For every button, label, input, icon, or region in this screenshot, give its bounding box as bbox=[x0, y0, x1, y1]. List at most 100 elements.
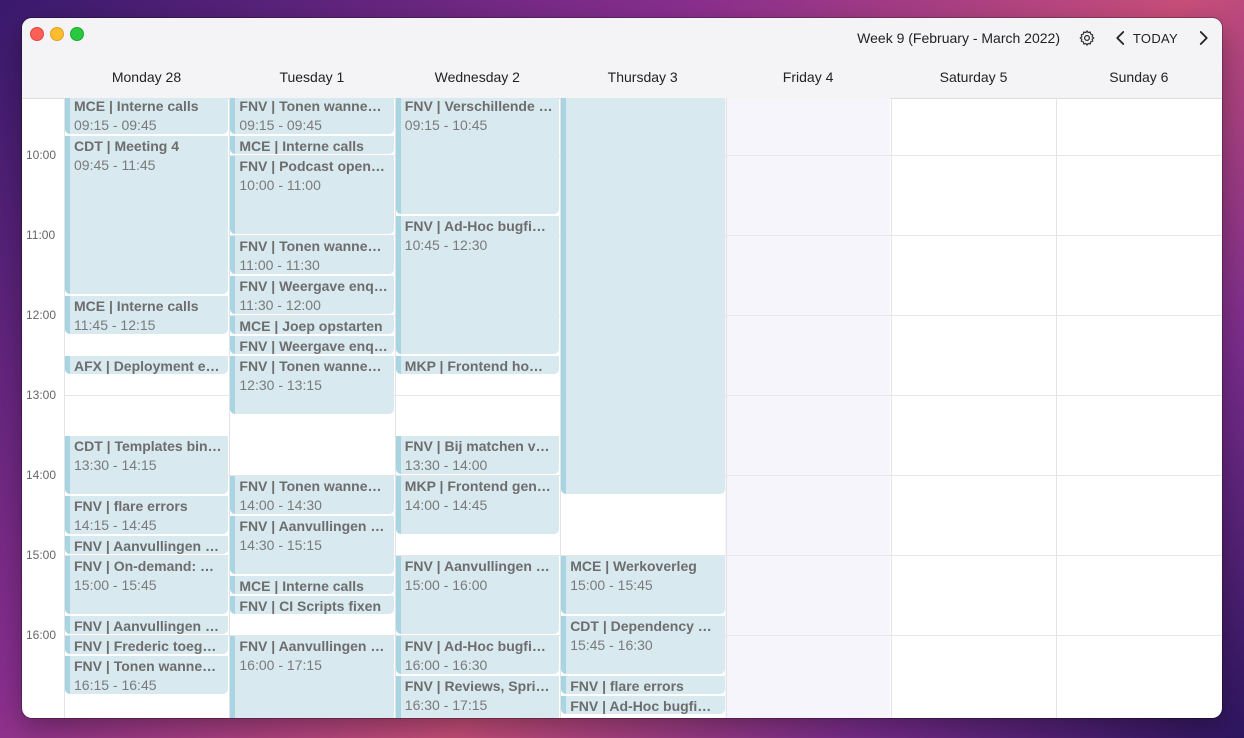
calendar-event[interactable]: MKP | Frontend gen… 14:00 - 14:45 bbox=[395, 476, 560, 534]
calendar-event[interactable]: FNV | Aanvullingen … bbox=[65, 536, 229, 554]
gear-icon[interactable] bbox=[1078, 29, 1096, 47]
column-divider bbox=[725, 98, 727, 718]
event-title: MCE | Joep opstarten bbox=[239, 318, 383, 334]
hour-label: 11:00 bbox=[26, 228, 56, 242]
day-header-row: Monday 28 Tuesday 1 Wednesday 2 Thursday 3 F… bbox=[22, 58, 1222, 99]
calendar-event[interactable]: FNV | flare errors bbox=[561, 676, 725, 694]
event-title: FNV | Tonen wannee… bbox=[74, 658, 223, 674]
calendar-event[interactable]: FNV | Tonen wannee… 14:00 - 14:30 bbox=[230, 476, 394, 514]
week-grid: 10:00 11:00 12:00 13:00 14:00 15:00 16:00 MCE |… bbox=[22, 98, 1222, 718]
event-title: MCE | Interne calls bbox=[74, 298, 199, 314]
today-button[interactable]: TODAY bbox=[1133, 31, 1178, 46]
calendar-event[interactable]: FNV | Weergave enq… bbox=[230, 336, 394, 354]
calendar-event[interactable]: CDT | Dependency u… 15:45 - 16:30 bbox=[561, 616, 725, 674]
day-header-3: Wednesday 2 bbox=[434, 69, 520, 85]
event-time: 13:30 - 14:15 bbox=[74, 457, 157, 473]
calendar-event[interactable]: FNV | Frederic toega… bbox=[65, 636, 229, 654]
calendar-event[interactable]: FNV | Ad-Hoc bugfix… bbox=[561, 696, 725, 714]
calendar-window: Week 9 (February - March 2022) TODAY Mon… bbox=[22, 18, 1222, 718]
event-title: FNV | Aanvullingen … bbox=[239, 638, 385, 654]
calendar-event[interactable]: FNV | Tonen wannee… 12:30 - 13:15 bbox=[230, 356, 394, 414]
calendar-event[interactable]: AFX | Deployment e… bbox=[65, 356, 229, 374]
event-title: FNV | Ad-Hoc bugfix… bbox=[404, 218, 554, 234]
calendar-event[interactable]: FNV | Aanvullingen … 16:00 - 17:15 bbox=[230, 636, 394, 718]
calendar-event[interactable]: FNV | Tonen wannee… 16:15 - 16:45 bbox=[65, 656, 229, 694]
close-window-button[interactable] bbox=[30, 27, 44, 41]
column-divider bbox=[1056, 98, 1058, 718]
calendar-event[interactable]: MCE | Joep opstarten bbox=[230, 316, 394, 334]
calendar-event[interactable]: MKP | Frontend hom… bbox=[395, 356, 560, 374]
day-header-4: Thursday 3 bbox=[607, 69, 678, 85]
event-time: 14:00 - 14:30 bbox=[239, 497, 322, 513]
event-time: 11:30 - 12:00 bbox=[239, 297, 321, 313]
day-header-5: Friday 4 bbox=[782, 69, 834, 85]
minimize-window-button[interactable] bbox=[50, 27, 64, 41]
event-time: 10:45 - 12:30 bbox=[404, 237, 488, 253]
event-title: FNV | flare errors bbox=[570, 678, 684, 694]
calendar-event[interactable]: MCE | Interne calls bbox=[230, 576, 394, 594]
event-title: FNV | Aanvullingen … bbox=[74, 618, 219, 634]
calendar-event[interactable]: 09:00 - 14:15 bbox=[561, 98, 725, 494]
event-time: 09:45 - 11:45 bbox=[74, 157, 156, 173]
calendar-event[interactable]: MCE | Interne calls 11:45 - 12:15 bbox=[65, 296, 229, 334]
week-title: Week 9 (February - March 2022) bbox=[857, 30, 1060, 46]
calendar-event[interactable]: CDT | Meeting 4 09:45 - 11:45 bbox=[65, 136, 229, 294]
calendar-event[interactable]: CDT | Templates bin… 13:30 - 14:15 bbox=[65, 436, 229, 494]
day-header-2: Tuesday 1 bbox=[279, 69, 345, 85]
calendar-event[interactable]: MCE | Interne calls 09:15 - 09:45 bbox=[65, 98, 229, 134]
previous-week-button[interactable] bbox=[1112, 29, 1130, 47]
event-time: 16:15 - 16:45 bbox=[74, 677, 157, 693]
event-title: MCE | Interne calls bbox=[239, 138, 364, 154]
event-title: FNV | Weergave enq… bbox=[239, 338, 388, 354]
hour-label: 16:00 bbox=[26, 628, 57, 642]
next-week-button[interactable] bbox=[1194, 29, 1212, 47]
event-title: FNV | Ad-Hoc bugfix… bbox=[404, 638, 554, 654]
event-title: FNV | On-demand: L… bbox=[74, 558, 223, 574]
event-title: MKP | Frontend hom… bbox=[404, 358, 554, 374]
calendar-event[interactable]: FNV | Ad-Hoc bugfix… 10:45 - 12:30 bbox=[395, 216, 560, 354]
event-title: FNV | Tonen wannee… bbox=[239, 238, 388, 254]
calendar-event[interactable]: FNV | On-demand: L… 15:00 - 15:45 bbox=[65, 556, 229, 614]
event-time: 15:45 - 16:30 bbox=[570, 637, 653, 653]
calendar-event[interactable]: FNV | Ad-Hoc bugfix… 16:00 - 16:30 bbox=[395, 636, 560, 674]
event-title: FNV | flare errors bbox=[74, 498, 188, 514]
calendar-event[interactable]: FNV | Tonen wannee… 11:00 - 11:30 bbox=[230, 236, 394, 274]
event-time: 11:00 - 11:30 bbox=[239, 257, 320, 273]
event-title: CDT | Meeting 4 bbox=[74, 138, 180, 154]
calendar-event[interactable]: MCE | Interne calls bbox=[230, 136, 394, 154]
calendar-event[interactable]: FNV | Aanvullingen … bbox=[65, 616, 229, 634]
event-title: FNV | Frederic toega… bbox=[74, 638, 223, 654]
event-title: MCE | Interne calls bbox=[74, 98, 199, 114]
calendar-event[interactable]: FNV | Aanvullingen … 15:00 - 16:00 bbox=[395, 556, 560, 634]
column-divider bbox=[891, 98, 892, 718]
event-time: 09:15 - 09:45 bbox=[239, 117, 322, 133]
event-title: FNV | Tonen wannee… bbox=[239, 358, 388, 374]
calendar-event[interactable]: FNV | Tonen wannee… 09:15 - 09:45 bbox=[230, 98, 394, 134]
calendar-event[interactable]: FNV | Podcast open… 10:00 - 11:00 bbox=[230, 156, 394, 234]
event-time: 14:00 - 14:45 bbox=[404, 497, 488, 513]
event-time: 16:00 - 17:15 bbox=[239, 657, 322, 673]
calendar-event[interactable]: FNV | Reviews, Sprin… 16:30 - 17:15 bbox=[395, 676, 560, 718]
calendar-event[interactable]: FNV | flare errors 14:15 - 14:45 bbox=[65, 496, 229, 534]
event-title: FNV | Aanvullingen … bbox=[404, 558, 550, 574]
maximize-window-button[interactable] bbox=[70, 27, 84, 41]
event-title: FNV | Tonen wannee… bbox=[239, 98, 388, 114]
event-time: 15:00 - 16:00 bbox=[404, 577, 488, 593]
event-title: FNV | Tonen wannee… bbox=[239, 478, 388, 494]
current-day-highlight bbox=[725, 98, 890, 718]
event-time: 14:30 - 15:15 bbox=[239, 537, 322, 553]
event-title: FNV | Verschillende t… bbox=[404, 98, 554, 114]
event-title: FNV | Ad-Hoc bugfix… bbox=[570, 698, 719, 714]
hour-label: 14:00 bbox=[26, 468, 57, 482]
event-time: 09:15 - 10:45 bbox=[404, 117, 488, 133]
event-time: 10:00 - 11:00 bbox=[239, 177, 321, 193]
calendar-event[interactable]: FNV | Aanvullingen … 14:30 - 15:15 bbox=[230, 516, 394, 574]
calendar-event[interactable]: FNV | CI Scripts fixen bbox=[230, 596, 394, 614]
event-time: 16:30 - 17:15 bbox=[404, 697, 488, 713]
calendar-event[interactable]: FNV | Weergave enq… 11:30 - 12:00 bbox=[230, 276, 394, 314]
event-time: 13:30 - 14:00 bbox=[404, 457, 488, 473]
calendar-event[interactable]: FNV | Verschillende t… 09:15 - 10:45 bbox=[395, 98, 560, 214]
calendar-event[interactable]: FNV | Bij matchen va… 13:30 - 14:00 bbox=[395, 436, 560, 474]
event-title: AFX | Deployment e… bbox=[74, 358, 220, 374]
calendar-event[interactable]: MCE | Werkoverleg 15:00 - 15:45 bbox=[561, 556, 725, 614]
